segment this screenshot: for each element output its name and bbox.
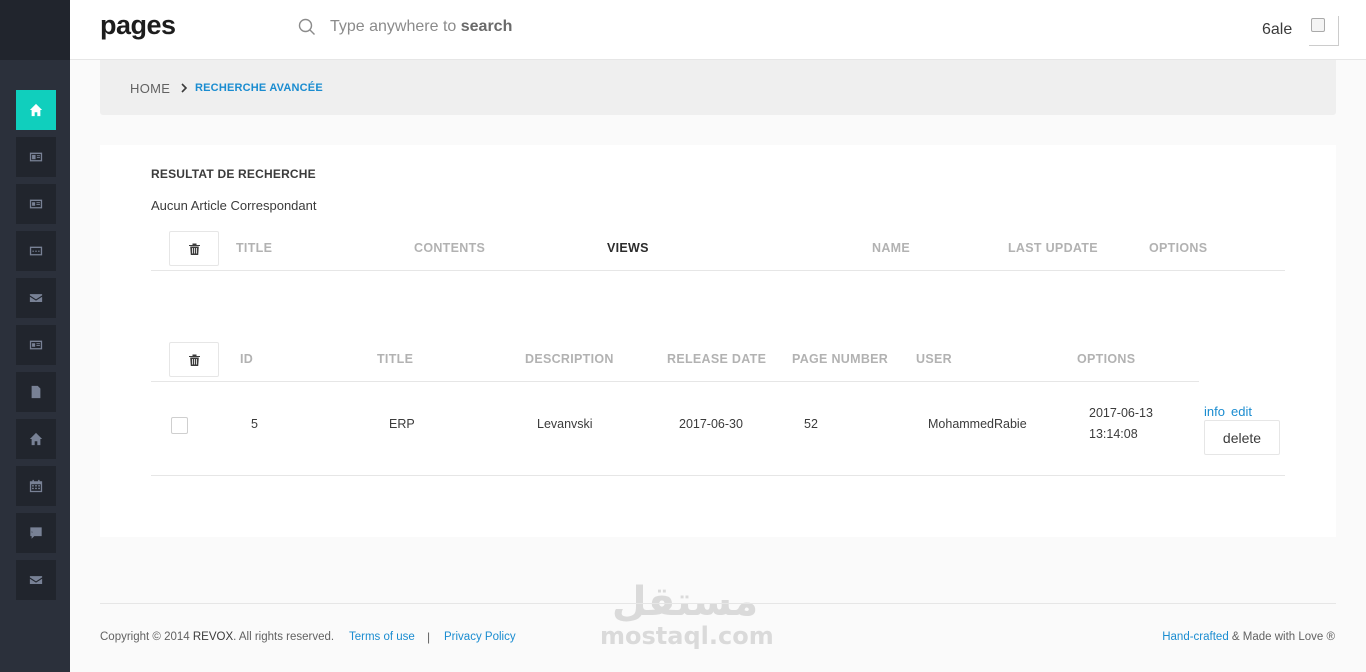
sidebar-menu bbox=[16, 90, 56, 607]
file-icon bbox=[31, 385, 41, 399]
cell-date: 2017-06-13 bbox=[1089, 406, 1153, 420]
column-header-id[interactable]: ID bbox=[240, 352, 253, 366]
search-placeholder: Type anywhere to bbox=[330, 18, 461, 35]
column-header-title[interactable]: TITLE bbox=[377, 352, 413, 366]
edit-link[interactable]: edit bbox=[1231, 404, 1252, 419]
home-icon bbox=[29, 103, 43, 117]
delete-selected-books-button[interactable] bbox=[169, 342, 219, 377]
user-name[interactable]: 6ale bbox=[1262, 21, 1292, 39]
column-header-name[interactable]: NAME bbox=[872, 241, 910, 255]
row-checkbox[interactable] bbox=[171, 417, 188, 434]
panel-title: RESULTAT DE RECHERCHE bbox=[151, 167, 316, 181]
search-placeholder-bold: search bbox=[460, 18, 513, 35]
cell-release-date: 2017-06-30 bbox=[679, 417, 743, 431]
column-header-options[interactable]: OPTIONS bbox=[1149, 241, 1207, 255]
column-header-options[interactable]: OPTIONS bbox=[1077, 352, 1135, 366]
sidebar-item-documents[interactable] bbox=[16, 372, 56, 412]
copyright-rights: . All rights reserved. bbox=[233, 631, 335, 643]
brand-logo[interactable]: pages bbox=[100, 10, 176, 41]
breadcrumb-home-link[interactable]: HOME bbox=[130, 81, 170, 96]
no-results-message: Aucun Article Correspondant bbox=[151, 198, 317, 213]
cell-user: MohammedRabie bbox=[928, 417, 1027, 431]
search-input[interactable]: Type anywhere to search bbox=[330, 18, 512, 36]
calendar-icon bbox=[29, 479, 43, 493]
copyright-prefix: Copyright © 2014 bbox=[100, 631, 193, 643]
sidebar-item-contacts[interactable] bbox=[16, 325, 56, 365]
terms-link[interactable]: Terms of use bbox=[349, 631, 415, 643]
column-header-views[interactable]: VIEWS bbox=[607, 241, 649, 255]
divider bbox=[151, 475, 1285, 476]
message-icon bbox=[30, 527, 42, 539]
footer-credits: Hand-crafted & Made with Love ® bbox=[1162, 631, 1335, 643]
broken-image-icon bbox=[1311, 18, 1325, 32]
column-header-contents[interactable]: CONTENTS bbox=[414, 241, 485, 255]
top-header: pages Type anywhere to search 6ale bbox=[70, 0, 1366, 60]
footer-divider bbox=[100, 603, 1336, 604]
copyright-text: Copyright © 2014 REVOX. All rights reser… bbox=[100, 631, 334, 643]
sidebar-header bbox=[0, 0, 70, 60]
watermark-arabic: مستقل bbox=[611, 579, 759, 625]
watermark-latin: mostaql.com bbox=[600, 622, 774, 650]
id-card-icon bbox=[29, 340, 43, 350]
chat-box-icon bbox=[29, 246, 43, 256]
privacy-link[interactable]: Privacy Policy bbox=[444, 631, 516, 643]
cell-description: Levanvski bbox=[537, 417, 593, 431]
search-icon[interactable] bbox=[298, 18, 316, 36]
column-header-user[interactable]: USER bbox=[916, 352, 952, 366]
column-header-release-date[interactable]: RELEASE DATE bbox=[667, 352, 766, 366]
column-header-page-number[interactable]: PAGE NUMBER bbox=[792, 352, 888, 366]
column-header-description[interactable]: DESCRIPTION bbox=[525, 352, 614, 366]
chevron-right-icon bbox=[181, 83, 188, 93]
cell-time: 13:14:08 bbox=[1089, 427, 1138, 441]
breadcrumb: HOME RECHERCHE AVANCÉE bbox=[100, 60, 1336, 115]
sidebar-item-home[interactable] bbox=[16, 90, 56, 130]
handcrafted-link[interactable]: Hand-crafted bbox=[1162, 631, 1228, 643]
cell-title: ERP bbox=[389, 417, 415, 431]
trash-icon bbox=[188, 354, 200, 366]
mail-icon bbox=[29, 294, 43, 302]
home-icon bbox=[29, 432, 43, 446]
divider bbox=[151, 270, 1285, 271]
company-name: REVOX bbox=[192, 631, 234, 643]
made-with-text: & Made with Love ® bbox=[1228, 631, 1335, 643]
column-header-last-update[interactable]: LAST UPDATE bbox=[1008, 241, 1098, 255]
card-icon bbox=[29, 152, 43, 162]
results-panel: RESULTAT DE RECHERCHE Aucun Article Corr… bbox=[100, 145, 1336, 537]
cell-id: 5 bbox=[251, 417, 258, 431]
sidebar-item-chat[interactable] bbox=[16, 231, 56, 271]
cell-page-number: 52 bbox=[804, 417, 818, 431]
mail-icon bbox=[29, 576, 43, 584]
breadcrumb-current: RECHERCHE AVANCÉE bbox=[195, 82, 323, 94]
sidebar-item-cards[interactable] bbox=[16, 137, 56, 177]
avatar[interactable] bbox=[1309, 16, 1339, 46]
column-header-title[interactable]: TITLE bbox=[236, 241, 272, 255]
sidebar-item-calendar[interactable] bbox=[16, 466, 56, 506]
sidebar-item-dashboard[interactable] bbox=[16, 419, 56, 459]
divider bbox=[151, 381, 1199, 382]
info-link[interactable]: info bbox=[1204, 404, 1225, 419]
footer-separator: | bbox=[427, 630, 431, 644]
id-card-icon bbox=[29, 199, 43, 209]
delete-selected-articles-button[interactable] bbox=[169, 231, 219, 266]
sidebar-item-inbox[interactable] bbox=[16, 560, 56, 600]
sidebar-item-messages[interactable] bbox=[16, 513, 56, 553]
sidebar bbox=[0, 0, 70, 672]
watermark-logo: مستقل mostaql.com bbox=[600, 578, 774, 650]
trash-icon bbox=[188, 243, 200, 255]
delete-button[interactable]: delete bbox=[1204, 420, 1280, 455]
sidebar-item-profile[interactable] bbox=[16, 184, 56, 224]
sidebar-item-mail[interactable] bbox=[16, 278, 56, 318]
